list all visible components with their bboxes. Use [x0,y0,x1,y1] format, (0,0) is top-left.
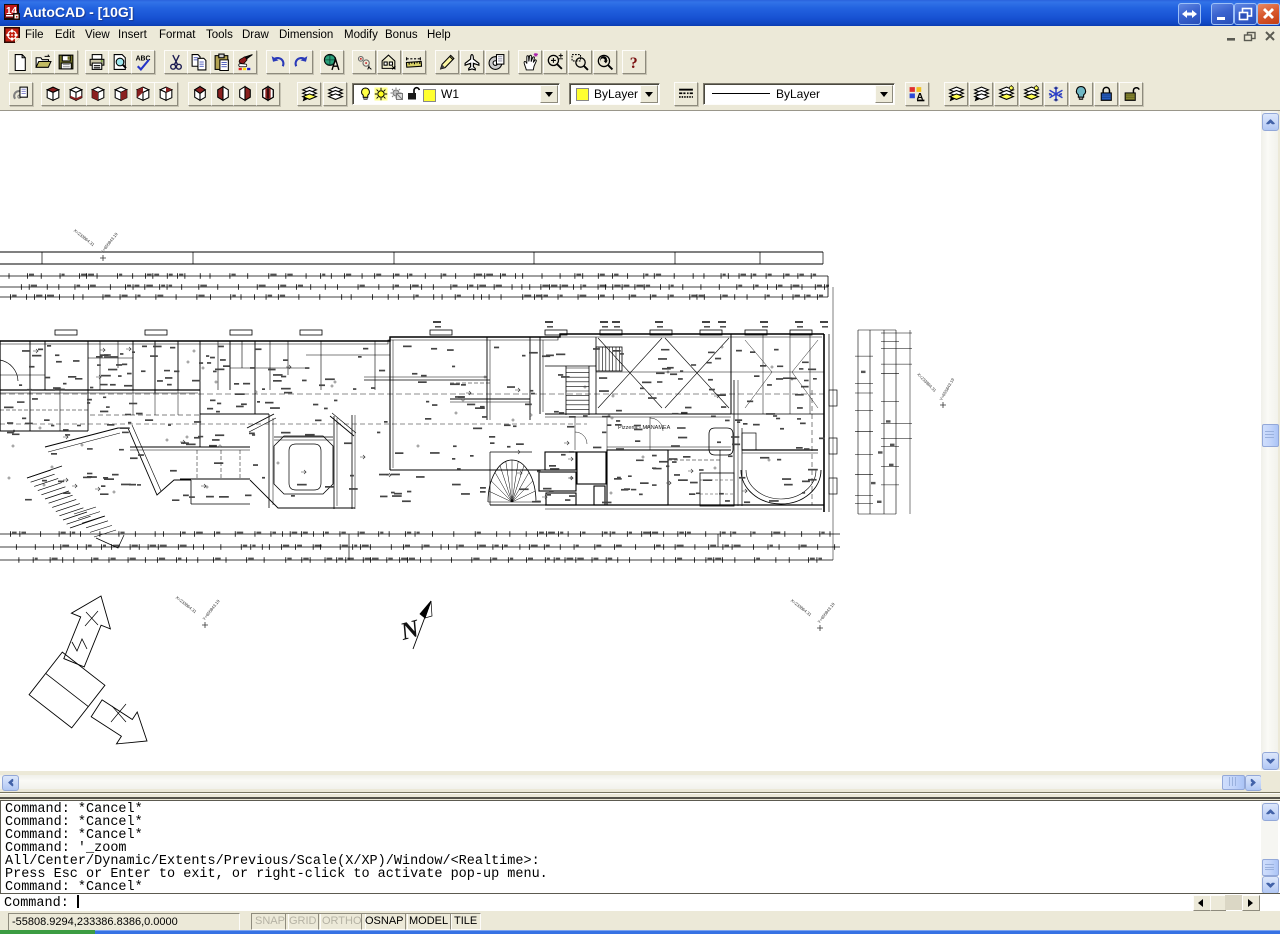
svg-text:X=233864.31: X=233864.31 [175,595,198,615]
svg-text:Y=655843.19: Y=655843.19 [99,231,119,254]
svg-text:Pizzeria - MANAMEA: Pizzeria - MANAMEA [618,425,671,431]
svg-text:N: N [397,615,423,646]
svg-text:X=233864.31: X=233864.31 [916,372,938,394]
svg-text:X=233864.31: X=233864.31 [73,228,96,248]
svg-text:?: ? [630,55,638,71]
svg-text:Y=655843.19: Y=655843.19 [938,377,955,402]
svg-text:X=233864.31: X=233864.31 [790,598,813,618]
svg-text:Y=655843.19: Y=655843.19 [201,598,221,621]
svg-text:Y=655843.19: Y=655843.19 [816,601,836,624]
